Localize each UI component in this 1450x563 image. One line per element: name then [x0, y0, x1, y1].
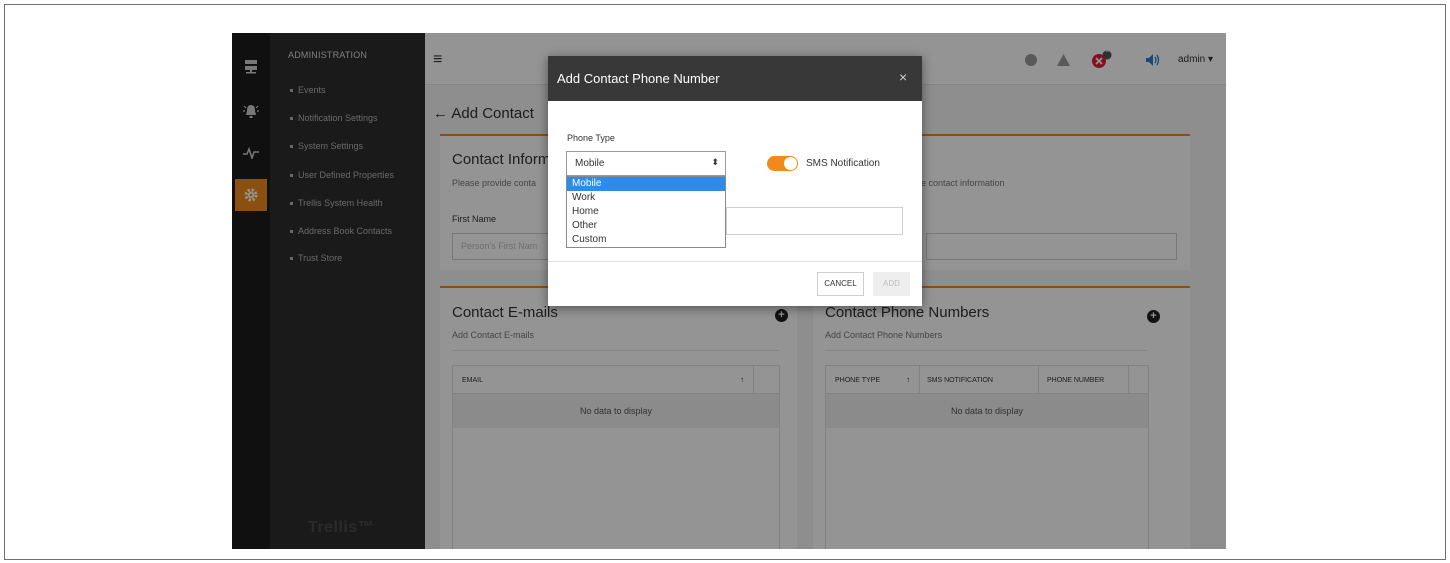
- dialog-footer-divider: [548, 261, 922, 262]
- phone-type-select[interactable]: Mobile ⬍: [566, 151, 726, 176]
- select-updown-icon: ⬍: [711, 157, 719, 167]
- dialog-header: Add Contact Phone Number ×: [548, 56, 922, 101]
- toggle-knob: [784, 157, 797, 170]
- phone-type-dropdown-list: Mobile Work Home Other Custom: [566, 176, 726, 248]
- screenshot-frame: ADMINISTRATION Events Notification Setti…: [4, 4, 1446, 560]
- app-window: ADMINISTRATION Events Notification Setti…: [232, 33, 1226, 549]
- dialog-title: Add Contact Phone Number: [557, 71, 720, 86]
- dropdown-option-work[interactable]: Work: [567, 191, 725, 205]
- sms-notification-label: SMS Notification: [806, 158, 880, 169]
- sms-notification-toggle[interactable]: [767, 156, 798, 171]
- dropdown-option-other[interactable]: Other: [567, 219, 725, 233]
- add-button[interactable]: ADD: [873, 272, 910, 296]
- dropdown-option-home[interactable]: Home: [567, 205, 725, 219]
- phone-number-input[interactable]: [726, 207, 903, 235]
- dropdown-option-custom[interactable]: Custom: [567, 233, 725, 247]
- phone-type-value: Mobile: [575, 158, 605, 169]
- cancel-button[interactable]: CANCEL: [817, 272, 864, 296]
- dropdown-option-mobile[interactable]: Mobile: [567, 177, 725, 191]
- phone-type-label: Phone Type: [567, 133, 615, 143]
- close-icon[interactable]: ×: [899, 69, 907, 85]
